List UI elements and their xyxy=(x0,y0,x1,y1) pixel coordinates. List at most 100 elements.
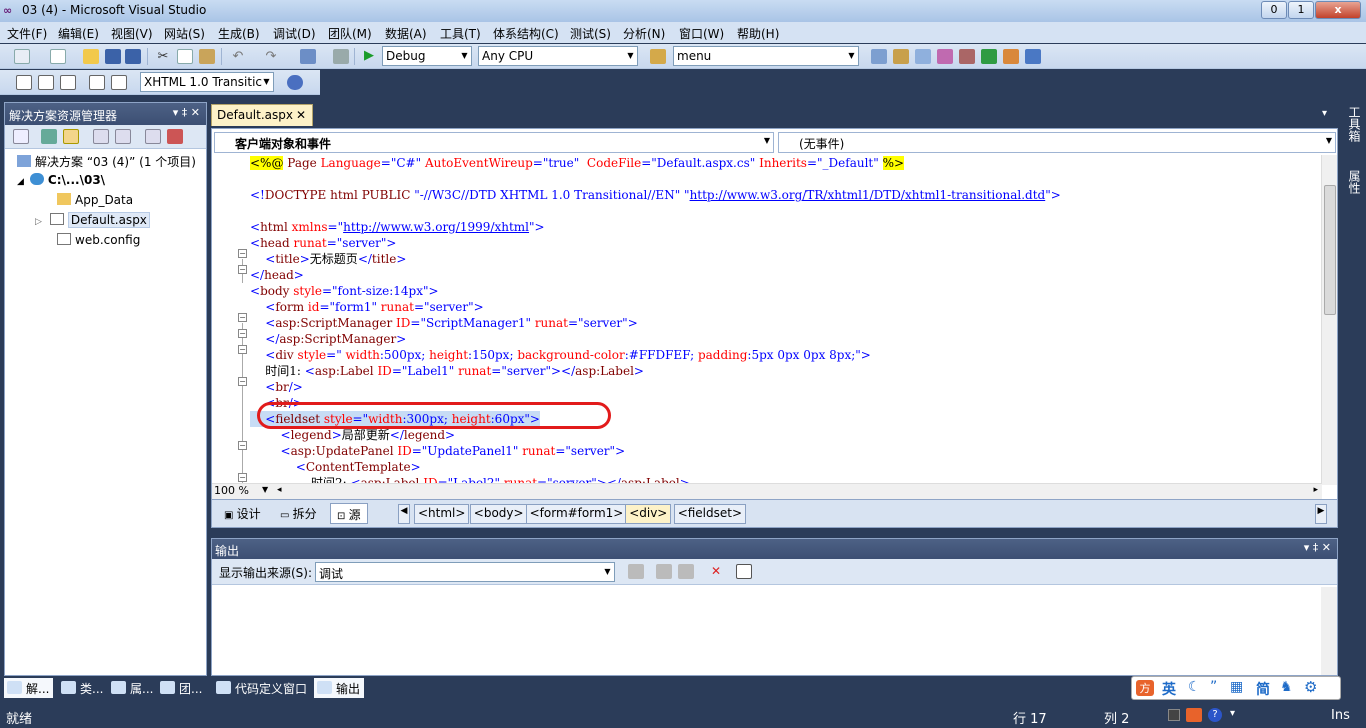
menu-data[interactable]: 数据(A) xyxy=(385,25,427,42)
soft-keyboard-icon[interactable]: ▦ xyxy=(1230,679,1243,695)
expand-arrow-icon[interactable]: ◢ xyxy=(17,177,24,187)
uncomment-icon[interactable] xyxy=(111,75,127,90)
fold-toggle-icon[interactable]: − xyxy=(238,313,247,322)
output-scrollbar[interactable] xyxy=(1321,587,1337,675)
fold-toggle-icon[interactable]: − xyxy=(238,265,247,274)
source-view-button[interactable]: ⊡ 源 xyxy=(330,503,368,524)
undo-icon[interactable]: ↶ xyxy=(230,49,246,64)
navigate-backward-icon[interactable] xyxy=(300,49,316,64)
panel-window-controls[interactable]: ▾ ‡ ✕ xyxy=(173,106,200,119)
menu-window[interactable]: 窗口(W) xyxy=(679,25,724,42)
tray-help-icon[interactable]: ? xyxy=(1208,708,1222,722)
code-line[interactable]: <div style=" width:500px; height:150px; … xyxy=(250,347,871,363)
code-line[interactable]: <ContentTemplate> xyxy=(250,459,421,475)
menu-help[interactable]: 帮助(H) xyxy=(737,25,779,42)
zoom-level[interactable]: 100 % xyxy=(214,484,249,497)
toolbox-tab[interactable]: 工具箱 xyxy=(1347,106,1363,166)
breadcrumb-item[interactable]: <form#form1> xyxy=(525,504,628,524)
fold-toggle-icon[interactable]: − xyxy=(238,377,247,386)
code-area[interactable]: − − − − − − − − <%@ Page Language="C#" A… xyxy=(212,155,1322,485)
scroll-right-icon[interactable]: ▸ xyxy=(1313,485,1318,495)
copy-icon[interactable] xyxy=(177,49,193,64)
save-icon[interactable] xyxy=(105,49,121,64)
close-tab-icon[interactable]: ✕ xyxy=(296,108,306,122)
outdent-icon[interactable] xyxy=(38,75,54,90)
fold-toggle-icon[interactable]: − xyxy=(238,473,247,482)
paste-icon[interactable] xyxy=(199,49,215,64)
extension-manager-icon[interactable] xyxy=(1003,49,1019,64)
tab-properties[interactable]: 属... xyxy=(108,678,157,698)
code-line[interactable]: <body style="font-size:14px"> xyxy=(250,283,439,299)
cut-icon[interactable]: ✂ xyxy=(155,49,171,64)
properties-icon[interactable] xyxy=(893,49,909,64)
solution-configuration-select[interactable]: Debug ▼ xyxy=(382,46,472,66)
menu-debug[interactable]: 调试(D) xyxy=(273,25,316,42)
horizontal-scrollbar[interactable]: 100 % ▼ ◂ ▸ xyxy=(212,483,1322,499)
breadcrumb-scroll-right[interactable]: ▶ xyxy=(1315,504,1327,524)
vertical-scrollbar[interactable] xyxy=(1321,155,1337,485)
menu-website[interactable]: 网站(S) xyxy=(164,25,205,42)
panel-window-controls[interactable]: ▾ ‡ ✕ xyxy=(1304,541,1331,554)
menu-file[interactable]: 文件(F) xyxy=(7,25,47,42)
code-line[interactable]: <html xmlns="http://www.w3.org/1999/xhtm… xyxy=(250,219,545,235)
fold-toggle-icon[interactable]: − xyxy=(238,441,247,450)
find-message-icon[interactable] xyxy=(628,564,644,579)
tree-solution-root[interactable]: 解决方案 “03 (4)” (1 个项目) xyxy=(17,153,196,170)
tab-team-explorer[interactable]: 团... xyxy=(157,678,206,698)
tab-class-view[interactable]: 类... xyxy=(58,678,107,698)
code-line[interactable]: <form id="form1" runat="server"> xyxy=(250,299,483,315)
refresh-icon[interactable] xyxy=(41,129,57,144)
tab-code-definition[interactable]: 代码定义窗口 xyxy=(213,678,311,698)
design-view-button[interactable]: ▣ 设计 xyxy=(218,503,267,524)
code-line[interactable]: </head> xyxy=(250,267,304,283)
add-item-icon[interactable] xyxy=(50,49,66,64)
start-debugging-icon[interactable]: ▶ xyxy=(361,48,377,63)
breadcrumb-item[interactable]: <fieldset> xyxy=(673,504,747,524)
fold-toggle-icon[interactable]: − xyxy=(238,345,247,354)
open-icon[interactable] xyxy=(83,49,99,64)
document-list-dropdown-icon[interactable]: ▾ xyxy=(1322,108,1327,119)
client-objects-select[interactable]: 客户端对象和事件 ▼ xyxy=(214,132,774,153)
code-line[interactable]: <asp:ScriptManager ID="ScriptManager1" r… xyxy=(250,315,638,331)
ime-settings-gear-icon[interactable]: ⚙ xyxy=(1304,678,1317,696)
code-line[interactable]: </asp:ScriptManager> xyxy=(250,331,406,347)
menu-tools[interactable]: 工具(T) xyxy=(440,25,481,42)
toolbox-icon[interactable] xyxy=(937,49,953,64)
view-code-icon[interactable] xyxy=(93,129,109,144)
collapse-arrow-icon[interactable]: ▷ xyxy=(35,217,42,227)
check-accessibility-icon[interactable] xyxy=(287,75,303,90)
code-line[interactable]: <!DOCTYPE html PUBLIC "-//W3C//DTD XHTML… xyxy=(250,187,1061,203)
indent-icon[interactable] xyxy=(60,75,76,90)
tray-ime-icon[interactable] xyxy=(1186,708,1202,722)
maximize-button[interactable]: 1 xyxy=(1288,1,1314,19)
punctuation-icon[interactable]: ” xyxy=(1210,679,1217,695)
tree-item-app-data[interactable]: App_Data xyxy=(57,193,133,207)
navigate-forward-icon[interactable] xyxy=(333,49,349,64)
menu-view[interactable]: 视图(V) xyxy=(111,25,153,42)
tree-item-web-config[interactable]: web.config xyxy=(57,233,140,247)
nest-related-files-icon[interactable] xyxy=(63,129,79,144)
tree-project[interactable]: ◢ C:\...\03\ xyxy=(17,173,105,187)
breadcrumb-scroll-left[interactable]: ◀ xyxy=(398,504,410,524)
half-width-moon-icon[interactable]: ☾ xyxy=(1188,679,1201,695)
tab-output[interactable]: 输出 xyxy=(314,678,365,698)
copy-website-icon[interactable] xyxy=(145,129,161,144)
menu-architecture[interactable]: 体系结构(C) xyxy=(493,25,559,42)
clear-all-icon[interactable]: ✕ xyxy=(708,564,724,579)
solution-explorer-icon[interactable] xyxy=(871,49,887,64)
previous-message-icon[interactable] xyxy=(656,564,672,579)
breadcrumb-item[interactable]: <body> xyxy=(469,504,528,524)
menu-build[interactable]: 生成(B) xyxy=(218,25,260,42)
client-events-select[interactable]: (无事件) ▼ xyxy=(778,132,1336,153)
menu-team[interactable]: 团队(M) xyxy=(328,25,372,42)
ime-logo-icon[interactable]: 方 xyxy=(1136,680,1154,696)
redo-icon[interactable]: ↷ xyxy=(263,49,279,64)
tree-item-default-aspx[interactable]: ▷ Default.aspx xyxy=(35,212,150,228)
tray-more-icon[interactable]: ▾ xyxy=(1230,708,1235,719)
code-line[interactable]: <%@ Page Language="C#" AutoEventWireup="… xyxy=(250,155,905,171)
code-line[interactable]: <br/> xyxy=(250,379,303,395)
new-project-icon[interactable] xyxy=(14,49,30,64)
scroll-left-icon[interactable]: ◂ xyxy=(277,485,282,495)
next-message-icon[interactable] xyxy=(678,564,694,579)
tab-default-aspx[interactable]: Default.aspx ✕ xyxy=(211,104,313,126)
